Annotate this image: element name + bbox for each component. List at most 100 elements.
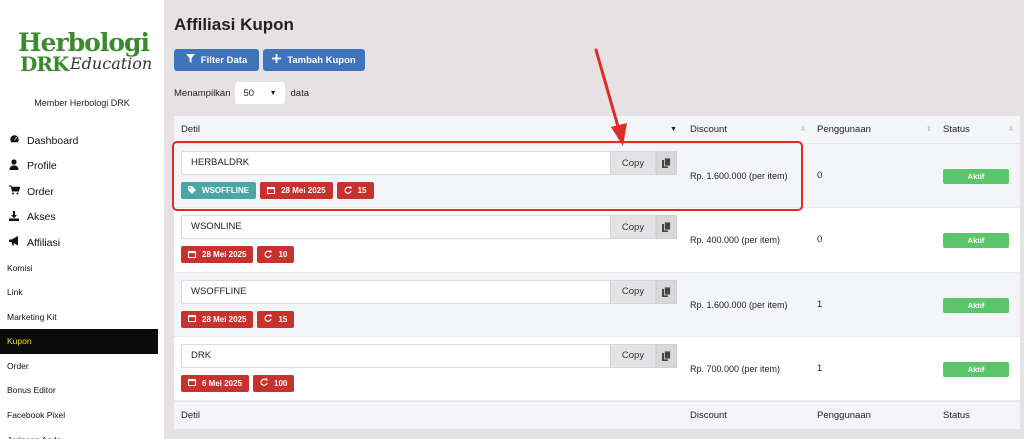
status-badge[interactable]: Aktif — [943, 233, 1009, 249]
date-label: 28 Mei 2025 — [202, 314, 247, 324]
coupon-table: Detil ▼ Discount ⇕ Penggunaan ⇕ Status ⇕… — [174, 116, 1020, 429]
copy-label: Copy — [621, 286, 645, 298]
copy-icon[interactable] — [656, 343, 677, 368]
calendar-icon — [188, 314, 196, 324]
discount-cell: Rp. 700.000 (per item) — [690, 363, 781, 374]
filter-data-label: Filter Data — [200, 54, 248, 66]
footer-status: Status — [943, 410, 970, 421]
copy-icon[interactable] — [656, 151, 677, 175]
logo-line-3: Education — [70, 54, 153, 73]
date-label: 28 Mei 2025 — [281, 186, 326, 195]
tambah-kupon-button[interactable]: Tambah Kupon — [263, 49, 365, 71]
coupon-code-field[interactable]: HERBALDRK Copy — [181, 151, 677, 175]
discount-cell: Rp. 400.000 (per item) — [690, 235, 781, 246]
show-suffix: data — [290, 87, 310, 99]
sidebar-item-profile[interactable]: Profile — [0, 154, 164, 180]
sidebar-subitem-order[interactable]: Order — [0, 354, 164, 379]
sidebar-subitem-kupon[interactable]: Kupon — [0, 329, 158, 354]
footer-discount: Discount — [690, 410, 727, 421]
sort-icon[interactable]: ⇕ — [800, 116, 806, 144]
sidebar-item-order[interactable]: Order — [0, 179, 164, 205]
calendar-icon — [188, 250, 196, 260]
footer-detil: Detil — [181, 410, 201, 421]
copy-button[interactable]: Copy — [610, 279, 656, 304]
status-badge[interactable]: Aktif — [943, 297, 1009, 313]
usage-cell: 0 — [817, 234, 823, 246]
redo-icon — [264, 314, 273, 324]
dashboard-icon — [7, 134, 21, 148]
copy-button[interactable]: Copy — [610, 215, 656, 240]
filter-icon — [185, 54, 195, 66]
coupon-code: WSOFFLINE — [191, 285, 247, 297]
redo-icon — [264, 250, 273, 260]
page-title: Affiliasi Kupon — [174, 15, 294, 34]
copy-icon[interactable] — [656, 279, 677, 304]
sidebar-subitem-komisi[interactable]: Komisi — [0, 256, 164, 281]
column-header-detil[interactable]: Detil — [181, 116, 200, 144]
status-badge[interactable]: Aktif — [943, 361, 1009, 377]
limit-label: 100 — [274, 378, 288, 388]
herbologi-drk-logo[interactable]: Herbologi DRK Education — [18, 28, 152, 76]
member-label: Member Herbologi DRK — [34, 98, 130, 108]
date-badge: 28 Mei 2025 — [260, 182, 333, 199]
limit-label: 15 — [357, 186, 367, 195]
limit-badge: 15 — [257, 310, 295, 328]
date-label: 6 Mei 2025 — [202, 378, 243, 388]
chevron-down-icon: ▼ — [269, 89, 277, 97]
tag-label: WSOFFLINE — [202, 186, 250, 195]
table-row: HERBALDRK Copy WSOFFLINE 28 Mei 2025 15 … — [174, 144, 1020, 209]
copy-icon[interactable] — [656, 215, 677, 240]
filter-data-button[interactable]: Filter Data — [174, 49, 259, 71]
sidebar-item-dashboard[interactable]: Dashboard — [0, 128, 164, 154]
plus-icon — [272, 54, 282, 66]
sidebar-subitem-bonus-editor[interactable]: Bonus Editor — [0, 378, 164, 403]
column-header-penggunaan[interactable]: Penggunaan — [817, 116, 871, 144]
column-header-discount[interactable]: Discount — [690, 116, 727, 144]
discount-cell: Rp. 1.600.000 (per item) — [690, 171, 788, 181]
show-prefix: Menampilkan — [174, 87, 231, 99]
copy-button[interactable]: Copy — [610, 343, 656, 368]
coupon-code-field[interactable]: DRK Copy — [181, 343, 677, 368]
usage-cell: 1 — [817, 362, 823, 374]
coupon-code-field[interactable]: WSONLINE Copy — [181, 215, 677, 240]
sidebar-item-label: Affiliasi — [27, 236, 61, 249]
coupon-code: HERBALDRK — [191, 157, 250, 168]
megaphone-icon — [7, 236, 21, 249]
sidebar-item-label: Profile — [27, 160, 57, 173]
limit-badge: 15 — [336, 182, 374, 199]
date-badge: 6 Mei 2025 — [181, 374, 250, 392]
page-size-select[interactable]: 50 ▼ — [234, 82, 285, 104]
date-badge: 28 Mei 2025 — [181, 310, 254, 328]
status-badge[interactable]: Aktif — [943, 169, 1009, 184]
limit-label: 10 — [278, 250, 288, 260]
redo-icon — [260, 378, 268, 388]
limit-badge: 100 — [253, 374, 295, 392]
tag-badge: WSOFFLINE — [181, 182, 257, 199]
sidebar-item-affiliasi[interactable]: Affiliasi — [0, 230, 164, 256]
page-size-control: Menampilkan 50 ▼ data — [174, 82, 309, 104]
sidebar-nav: Dashboard Profile Order Akses Affiliasi — [0, 128, 164, 439]
sidebar-item-label: Order — [27, 185, 54, 198]
sidebar-item-akses[interactable]: Akses — [0, 205, 164, 231]
sidebar-subitem-link[interactable]: Link — [0, 280, 164, 305]
sidebar-subitem-jaringan-anda[interactable]: Jaringan Anda — [0, 428, 164, 439]
sidebar-subitem-marketing-kit[interactable]: Marketing Kit — [0, 305, 164, 330]
limit-label: 15 — [278, 314, 288, 324]
sidebar-subitem-facebook-pixel[interactable]: Facebook Pixel — [0, 403, 164, 428]
coupon-code: DRK — [191, 349, 212, 361]
copy-button[interactable]: Copy — [610, 151, 656, 175]
page-size-value: 50 — [243, 87, 255, 99]
column-header-status[interactable]: Status — [943, 116, 970, 144]
tambah-kupon-label: Tambah Kupon — [287, 54, 356, 66]
footer-penggunaan: Penggunaan — [817, 410, 871, 421]
coupon-badges: 6 Mei 2025 100 — [181, 374, 295, 392]
copy-label: Copy — [621, 221, 645, 233]
sort-icon[interactable]: ⇕ — [1008, 116, 1014, 144]
sort-desc-icon[interactable]: ▼ — [670, 116, 677, 144]
coupon-code: WSONLINE — [191, 221, 242, 233]
coupon-code-field[interactable]: WSOFFLINE Copy — [181, 279, 677, 304]
sort-icon[interactable]: ⇕ — [926, 116, 932, 144]
tag-icon — [188, 185, 196, 196]
date-label: 28 Mei 2025 — [202, 250, 247, 260]
copy-label: Copy — [621, 350, 645, 362]
